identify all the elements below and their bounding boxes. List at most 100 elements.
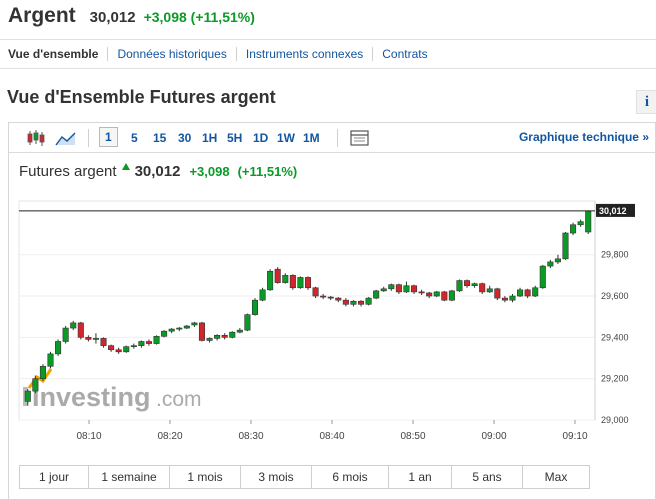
candle-body bbox=[92, 338, 99, 340]
candle-body bbox=[426, 292, 433, 297]
x-tick-label: 08:50 bbox=[400, 431, 425, 442]
candle-body bbox=[161, 330, 168, 337]
range-6-months[interactable]: 6 mois bbox=[311, 466, 388, 488]
candle-body bbox=[554, 258, 561, 263]
subnav-historical-data[interactable]: Données historiques bbox=[107, 47, 235, 61]
candle-body bbox=[100, 338, 107, 346]
candle-body bbox=[517, 289, 524, 297]
subnav-related-instruments[interactable]: Instruments connexes bbox=[235, 47, 372, 61]
last-price-label: 30,012 bbox=[599, 206, 627, 216]
candle-body bbox=[509, 295, 516, 301]
watermark-suffix: .com bbox=[156, 388, 202, 411]
candle-body bbox=[494, 288, 501, 299]
instrument-header: Argent 30,012 +3,098 (+11,51%) bbox=[8, 4, 255, 32]
candle-body bbox=[479, 283, 486, 293]
candle-body bbox=[191, 322, 198, 326]
watermark-brand: Investing bbox=[32, 382, 151, 412]
candle-body bbox=[441, 291, 448, 301]
candle-body bbox=[39, 365, 46, 379]
candle-body bbox=[77, 322, 84, 338]
candle-body bbox=[115, 349, 122, 353]
x-tick-label: 08:10 bbox=[76, 431, 101, 442]
range-1-day[interactable]: 1 jour bbox=[20, 466, 88, 488]
candle-body bbox=[403, 285, 410, 293]
candle-body bbox=[464, 280, 471, 287]
subnav-overview[interactable]: Vue d'ensemble bbox=[8, 47, 107, 61]
candle-body bbox=[198, 322, 205, 341]
candle-body bbox=[411, 285, 418, 293]
price-chart[interactable]: Investing .com 29,00029,20029,40029,6002… bbox=[9, 123, 655, 463]
candle-body bbox=[501, 297, 508, 301]
candle-body bbox=[244, 314, 251, 331]
candle-body bbox=[524, 289, 531, 297]
candle-body bbox=[168, 328, 175, 332]
candle-body bbox=[532, 287, 539, 297]
candle-body bbox=[365, 297, 372, 305]
candle-body bbox=[380, 288, 387, 292]
y-axis: 29,000 29,200 29,400 29,600 29,800 bbox=[594, 201, 629, 425]
x-tick-label: 09:10 bbox=[562, 431, 587, 442]
candle-body bbox=[47, 353, 54, 367]
range-max[interactable]: Max bbox=[522, 466, 589, 488]
candle-body bbox=[395, 284, 402, 293]
candle-body bbox=[267, 270, 274, 291]
candle-body bbox=[153, 336, 160, 344]
instrument-price: 30,012 bbox=[89, 9, 136, 26]
x-tick-label: 08:40 bbox=[319, 431, 344, 442]
candle-body bbox=[70, 322, 77, 329]
candle-body bbox=[539, 265, 546, 289]
range-5-years[interactable]: 5 ans bbox=[451, 466, 522, 488]
subnav-divider bbox=[0, 68, 656, 69]
candles bbox=[24, 210, 592, 406]
candle-body bbox=[312, 287, 319, 297]
candle-body bbox=[320, 295, 327, 298]
candle-body bbox=[108, 345, 115, 351]
candle-body bbox=[297, 277, 304, 289]
candle-body bbox=[357, 300, 365, 305]
y-tick-label: 29,800 bbox=[601, 250, 629, 260]
x-axis: 08:10 08:20 08:30 08:40 08:50 09:00 09:10 bbox=[76, 420, 588, 442]
candle-body bbox=[24, 390, 31, 402]
range-1-week[interactable]: 1 semaine bbox=[88, 466, 169, 488]
candle-body bbox=[585, 210, 592, 233]
x-tick-label: 09:00 bbox=[481, 431, 506, 442]
y-tick-label: 29,000 bbox=[601, 415, 629, 425]
chart-widget: 1 5 15 30 1H 5H 1D 1W 1M Graphique techn… bbox=[8, 122, 656, 499]
candle-body bbox=[259, 289, 266, 301]
candle-body bbox=[251, 299, 259, 315]
candle-body bbox=[577, 221, 584, 226]
subnav-contracts[interactable]: Contrats bbox=[372, 47, 436, 61]
candle-body bbox=[433, 291, 440, 297]
candle-body bbox=[456, 280, 463, 292]
candle-body bbox=[448, 290, 455, 301]
candle-body bbox=[486, 288, 493, 293]
candle-body bbox=[236, 329, 243, 333]
candle-body bbox=[145, 341, 152, 344]
candle-body bbox=[55, 341, 62, 355]
candle-body bbox=[183, 325, 190, 329]
candle-body bbox=[388, 284, 395, 290]
candle-body bbox=[471, 283, 478, 287]
range-1-year[interactable]: 1 an bbox=[388, 466, 451, 488]
candle-body bbox=[32, 378, 39, 392]
candle-body bbox=[229, 331, 236, 338]
info-icon[interactable]: i bbox=[636, 90, 656, 114]
candle-body bbox=[547, 261, 554, 267]
section-title: Vue d'Ensemble Futures argent bbox=[7, 87, 276, 107]
candle-body bbox=[62, 327, 69, 342]
candle-body bbox=[289, 275, 296, 289]
candle-body bbox=[130, 345, 137, 347]
candle-body bbox=[342, 299, 349, 305]
header-divider bbox=[0, 39, 656, 40]
candle-body bbox=[274, 268, 281, 283]
candle-body bbox=[418, 291, 425, 294]
candle-body bbox=[206, 338, 213, 341]
instrument-name: Argent bbox=[8, 4, 76, 27]
x-tick-label: 08:20 bbox=[157, 431, 182, 442]
range-3-months[interactable]: 3 mois bbox=[240, 466, 311, 488]
y-tick-label: 29,200 bbox=[601, 374, 629, 384]
range-1-month[interactable]: 1 mois bbox=[169, 466, 240, 488]
candle-body bbox=[562, 232, 569, 260]
investing-watermark: Investing .com bbox=[23, 368, 202, 412]
candle-body bbox=[570, 224, 577, 234]
